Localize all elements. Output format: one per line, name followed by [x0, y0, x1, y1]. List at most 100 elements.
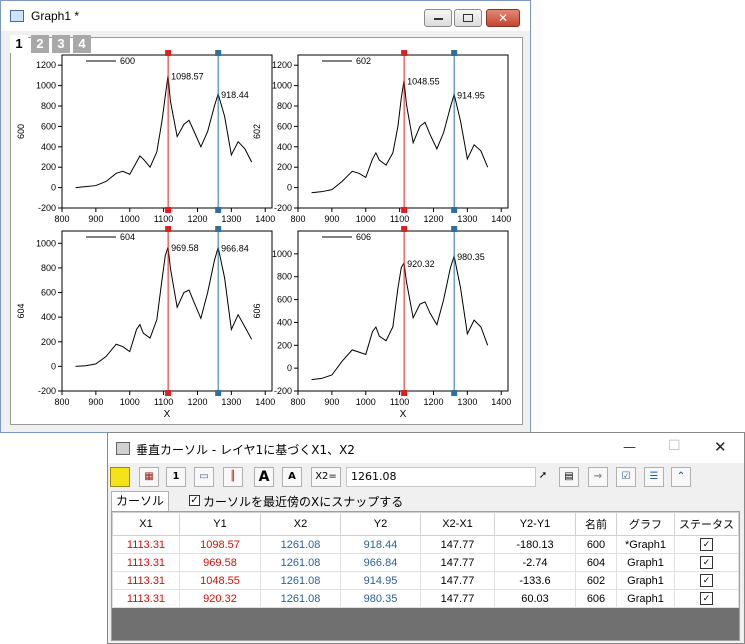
- series-line: [311, 254, 489, 381]
- table-cell: 1113.31: [112, 589, 180, 608]
- dialog-maximize-button[interactable]: ☐: [668, 438, 681, 454]
- worksheet-icon[interactable]: ▤: [559, 467, 579, 487]
- export-icon[interactable]: →: [588, 467, 608, 487]
- y-tick-label: -200: [274, 203, 292, 213]
- cursor-value-label: 980.35: [457, 252, 485, 262]
- cursor-dialog-titlebar[interactable]: 垂直カーソル - レイヤ1に基づくX1、X2 — ☐ ✕: [108, 433, 744, 463]
- table-row[interactable]: 1113.31 1098.57 1261.08 918.44 147.77 -180.13…: [112, 535, 739, 554]
- add-cursor-icon[interactable]: ▦: [139, 467, 159, 487]
- graph-titlebar[interactable]: Graph1 * ✕: [1, 1, 530, 31]
- dialog-close-button[interactable]: ✕: [714, 438, 727, 456]
- cursor-handle: [401, 207, 408, 213]
- x-tick-label: 800: [290, 214, 305, 224]
- col-x2[interactable]: X2: [260, 512, 341, 536]
- layer-tab-4[interactable]: 4: [73, 35, 91, 53]
- y-tick-label: 600: [277, 121, 292, 131]
- y-tick-label: 800: [41, 263, 56, 273]
- table-cell: 602: [575, 571, 617, 590]
- cursor-dialog: 垂直カーソル - レイヤ1に基づくX1、X2 — ☐ ✕ ▦ 1 ▭ ║ A A…: [107, 432, 745, 644]
- checklist-icon[interactable]: ☑: [616, 467, 636, 487]
- graph-window-icon: [10, 10, 24, 22]
- y-tick-label: -200: [38, 203, 56, 213]
- go-icon[interactable]: [110, 467, 130, 487]
- close-button[interactable]: ✕: [486, 9, 520, 27]
- table-cell: 969.58: [179, 553, 261, 572]
- x-tick-label: 1000: [120, 214, 140, 224]
- table-cell[interactable]: ✓: [674, 589, 739, 608]
- y-tick-label: 1000: [272, 81, 292, 91]
- col-x1[interactable]: X1: [112, 512, 180, 536]
- series-line: [75, 246, 253, 367]
- status-checkbox[interactable]: ✓: [700, 592, 713, 605]
- status-checkbox[interactable]: ✓: [700, 574, 713, 587]
- col-graph[interactable]: グラフ: [616, 512, 675, 536]
- x-tick-label: 1200: [187, 397, 207, 407]
- y-tick-label: -200: [38, 386, 56, 396]
- table-cell: Graph1: [616, 589, 675, 608]
- col-name[interactable]: 名前: [575, 512, 617, 536]
- y-tick-label: 200: [277, 162, 292, 172]
- y-tick-label: 0: [287, 363, 292, 373]
- table-cell: 1113.31: [112, 553, 180, 572]
- plot-frame: [61, 54, 273, 209]
- col-y2-y1[interactable]: Y2-Y1: [494, 512, 576, 536]
- table-cell[interactable]: ✓: [674, 571, 739, 590]
- table-cell: *Graph1: [616, 535, 675, 554]
- text-up-icon[interactable]: A: [254, 467, 274, 487]
- layer-one-icon[interactable]: 1: [166, 467, 186, 487]
- text-down-icon[interactable]: A: [282, 467, 302, 487]
- layer-tab-2[interactable]: 2: [31, 35, 49, 53]
- x-tick-label: 800: [54, 397, 69, 407]
- table-cell: 600: [575, 535, 617, 554]
- col-x2-x1[interactable]: X2-X1: [420, 512, 495, 536]
- y-tick-label: 0: [51, 361, 56, 371]
- status-checkbox[interactable]: ✓: [700, 556, 713, 569]
- chart-panel-3: -200 0 200 400 600 800 1000 800 900 1000 1100 1200 1…: [16, 226, 275, 420]
- settings-icon[interactable]: ☰: [644, 467, 664, 487]
- cursor-value-label: 969.58: [171, 243, 199, 253]
- y-tick-label: 1000: [36, 238, 56, 248]
- cursor-handle: [451, 50, 458, 56]
- table-cell[interactable]: ✓: [674, 535, 739, 554]
- layer-tab-1[interactable]: 1: [10, 35, 28, 53]
- snap-checkbox[interactable]: ✓: [189, 495, 200, 506]
- table-cell[interactable]: ✓: [674, 553, 739, 572]
- layer-all-icon[interactable]: ▭: [194, 467, 214, 487]
- y-axis-label: 600: [16, 124, 26, 139]
- status-checkbox[interactable]: ✓: [700, 538, 713, 551]
- table-row[interactable]: 1113.31 1048.55 1261.08 914.95 147.77 -133.6 6…: [112, 571, 739, 590]
- dialog-minimize-button[interactable]: —: [623, 440, 636, 455]
- graph-canvas: -200 0 200 400 600 800 1000 1200 800 900 1000 1100 1…: [10, 37, 523, 425]
- table-cell: 1261.08: [260, 553, 341, 572]
- x-tick-label: 1200: [423, 214, 443, 224]
- cursor-handle: [215, 50, 222, 56]
- table-cell: 966.84: [340, 553, 421, 572]
- y-tick-label: 600: [41, 288, 56, 298]
- collapse-icon[interactable]: ⌃: [671, 467, 691, 487]
- y-tick-label: 800: [41, 101, 56, 111]
- x-tick-label: 1000: [120, 397, 140, 407]
- col-status[interactable]: ステータス: [674, 512, 739, 536]
- table-header-row: X1 Y1 X2 Y2 X2-X1 Y2-Y1 名前 グラフ ステータス: [112, 512, 739, 536]
- chart-panel-4: -200 0 200 400 600 800 1000 800 900 1000 1100 1200 1…: [252, 226, 511, 420]
- x-tick-label: 1400: [491, 214, 511, 224]
- col-y1[interactable]: Y1: [179, 512, 261, 536]
- restore-button[interactable]: [454, 9, 482, 27]
- x2-input[interactable]: 1261.08: [346, 467, 536, 487]
- graph-window: Graph1 * ✕ -200 0 200 400 600 800 1000 1200 800 9…: [0, 0, 531, 433]
- minimize-button[interactable]: [424, 9, 452, 27]
- x-axis-label: X: [400, 409, 407, 420]
- table-cell: 147.77: [420, 553, 495, 572]
- table-cell: 1113.31: [112, 535, 180, 554]
- layer-tab-3[interactable]: 3: [52, 35, 70, 53]
- tab-cursor[interactable]: カーソル: [111, 491, 169, 511]
- x-tick-label: 1300: [221, 214, 241, 224]
- run-icon[interactable]: ➚: [533, 467, 553, 487]
- y-tick-label: 200: [41, 162, 56, 172]
- table-row[interactable]: 1113.31 969.58 1261.08 966.84 147.77 -2.74 604…: [112, 553, 739, 572]
- vertical-lines-icon[interactable]: ║: [223, 467, 243, 487]
- cursor-handle: [401, 226, 408, 232]
- col-y2[interactable]: Y2: [340, 512, 421, 536]
- table-row[interactable]: 1113.31 920.32 1261.08 980.35 147.77 60.03 606…: [112, 589, 739, 608]
- cursor-handle: [165, 226, 172, 232]
